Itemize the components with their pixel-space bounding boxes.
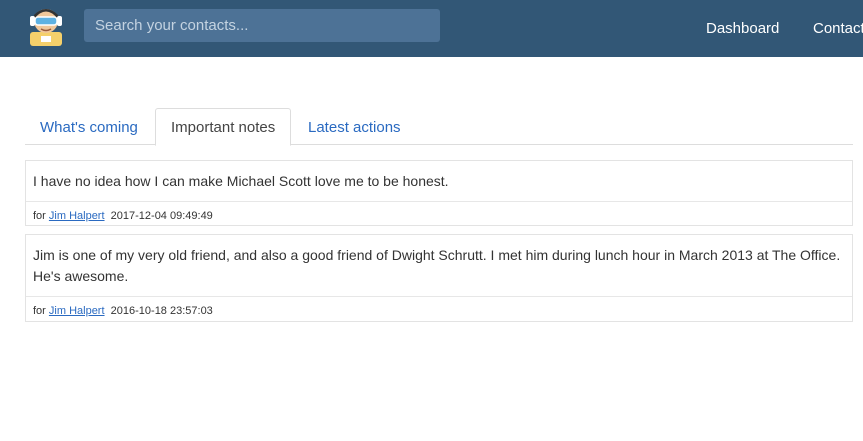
tab-important-notes[interactable]: Important notes (155, 108, 292, 146)
note-contact-link[interactable]: Jim Halpert (49, 210, 105, 222)
note-timestamp: 2017-12-04 09:49:49 (110, 210, 213, 222)
note-contact-link[interactable]: Jim Halpert (49, 305, 105, 317)
note-meta: for Jim Halpert 2016-10-18 23:57:03 (26, 297, 852, 325)
note-for-label: for (33, 210, 46, 222)
search-input[interactable] (84, 9, 440, 42)
note-text: I have no idea how I can make Michael Sc… (26, 161, 852, 202)
note-text: Jim is one of my very old friend, and al… (26, 235, 852, 297)
note-card: Jim is one of my very old friend, and al… (25, 234, 853, 322)
nav-dashboard[interactable]: Dashboard (706, 20, 779, 37)
notes-tabs: What's coming Important notes Latest act… (25, 108, 853, 146)
note-card: I have no idea how I can make Michael Sc… (25, 160, 853, 226)
note-meta: for Jim Halpert 2017-12-04 09:49:49 (26, 202, 852, 230)
tab-latest-actions[interactable]: Latest actions (293, 108, 416, 145)
nav-contacts[interactable]: Contacts (813, 20, 863, 37)
tab-whats-coming[interactable]: What's coming (25, 108, 153, 145)
note-for-label: for (33, 305, 46, 317)
app-logo-icon[interactable] (27, 4, 65, 48)
top-navbar: Dashboard Contacts (0, 0, 863, 57)
note-timestamp: 2016-10-18 23:57:03 (110, 305, 213, 317)
